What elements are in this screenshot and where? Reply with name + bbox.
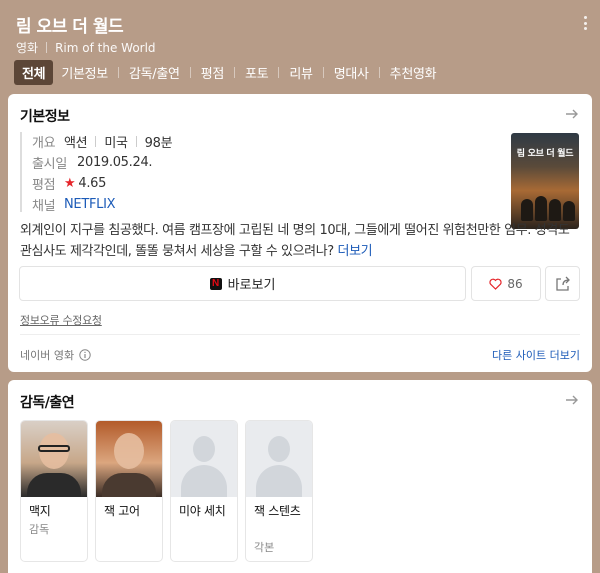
report-error-link[interactable]: 정보오류 수정요청: [20, 312, 102, 328]
rating-label: 평점: [32, 178, 56, 193]
header: 림 오브 더 월드 영화 Rim of the World 전체 기본정보 감독…: [0, 0, 600, 92]
watch-label: 바로보기: [227, 278, 276, 293]
tab-rating[interactable]: 평점: [193, 60, 232, 85]
arrow-right-icon[interactable]: [564, 106, 580, 122]
poster-title: 림 오브 더 월드: [516, 149, 574, 159]
person-name: 잭 고어: [104, 504, 140, 518]
cast-list: 맥지 감독 잭 고어 미야 세치 잭 스텐츠 각본: [20, 420, 320, 562]
tab-quotes[interactable]: 명대사: [326, 60, 377, 85]
person-card[interactable]: 맥지 감독: [20, 420, 88, 562]
person-role: 각본: [254, 541, 275, 554]
movie-poster[interactable]: 림 오브 더 월드: [511, 133, 579, 229]
country-value: 미국: [104, 136, 128, 151]
description-text: 외계인이 지구를 침공했다. 여름 캠프장에 고립된 네 명의 10대, 그들에…: [20, 223, 570, 259]
runtime-value: 98분: [144, 136, 173, 151]
original-title: Rim of the World: [55, 40, 156, 55]
netflix-icon: N: [209, 277, 222, 290]
more-options-icon[interactable]: [580, 14, 590, 32]
overview-label: 개요: [32, 136, 56, 151]
info-icon[interactable]: [79, 349, 91, 361]
share-icon: [555, 276, 570, 291]
share-button[interactable]: [545, 266, 580, 301]
page-title: 림 오브 더 월드: [16, 17, 124, 37]
rating-value: 4.65: [78, 176, 107, 191]
cast-title[interactable]: 감독/출연: [20, 392, 75, 412]
tab-bar: 전체 기본정보 감독/출연 평점 포토 리뷰 명대사 추천영화: [14, 60, 444, 85]
basic-info-card: 기본정보 개요 액션 미국 98분 출시일 2019.05.24. 평점 ★ 4…: [8, 94, 592, 372]
person-role: 감독: [29, 523, 50, 536]
description: 외계인이 지구를 침공했다. 여름 캠프장에 고립된 네 명의 10대, 그들에…: [20, 220, 580, 262]
person-name: 잭 스텐츠: [254, 504, 301, 518]
release-row: 출시일 2019.05.24.: [32, 153, 153, 172]
arrow-right-icon[interactable]: [564, 392, 580, 408]
like-count: 86: [507, 276, 523, 291]
source-label: 네이버 영화: [20, 349, 75, 362]
release-label: 출시일: [32, 157, 67, 172]
channel-label: 채널: [32, 199, 56, 214]
avatar-placeholder-icon: [246, 421, 312, 497]
person-card[interactable]: 잭 고어: [95, 420, 163, 562]
genre-value: 액션: [64, 136, 88, 151]
person-card[interactable]: 잭 스텐츠 각본: [245, 420, 313, 562]
person-name: 맥지: [29, 504, 51, 518]
person-name: 미야 세치: [179, 504, 226, 518]
rating-row: 평점 ★ 4.65: [32, 174, 106, 193]
avatar-placeholder-icon: [171, 421, 237, 497]
watch-button[interactable]: N 바로보기: [19, 266, 466, 301]
release-value: 2019.05.24.: [77, 155, 153, 170]
other-sites-link[interactable]: 다른 사이트 더보기: [492, 347, 580, 363]
tab-recommended[interactable]: 추천영화: [382, 60, 445, 85]
channel-row: 채널 NETFLIX: [32, 195, 116, 214]
person-photo: [96, 421, 162, 497]
subtitle: 영화 Rim of the World: [16, 39, 156, 56]
tab-review[interactable]: 리뷰: [281, 60, 320, 85]
tab-basic-info[interactable]: 기본정보: [53, 60, 116, 85]
divider: [20, 334, 580, 335]
person-card[interactable]: 미야 세치: [170, 420, 238, 562]
source: 네이버 영화: [20, 347, 91, 363]
star-icon: ★: [64, 176, 76, 191]
overview-row: 개요 액션 미국 98분: [32, 132, 173, 151]
heart-icon: [489, 278, 502, 290]
more-link[interactable]: 더보기: [338, 244, 373, 259]
tab-all[interactable]: 전체: [14, 60, 54, 85]
tab-director-cast[interactable]: 감독/출연: [121, 60, 188, 85]
category-label: 영화: [16, 41, 39, 55]
person-photo: [21, 421, 87, 497]
like-button[interactable]: 86: [471, 266, 541, 301]
basic-info-title[interactable]: 기본정보: [20, 106, 70, 126]
channel-link[interactable]: NETFLIX: [64, 197, 116, 212]
cast-card: 감독/출연 맥지 감독 잭 고어 미야 세치 잭 스텐츠 각본: [8, 380, 592, 573]
tab-photo[interactable]: 포토: [237, 60, 276, 85]
